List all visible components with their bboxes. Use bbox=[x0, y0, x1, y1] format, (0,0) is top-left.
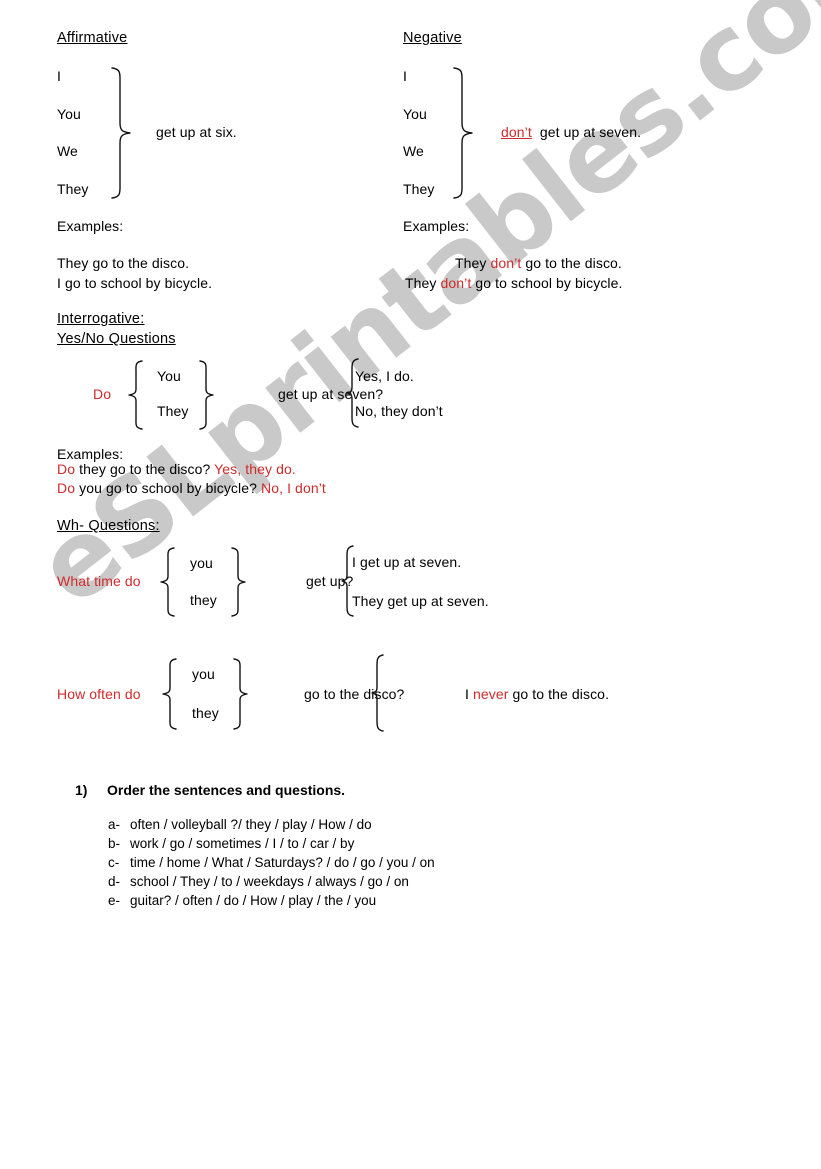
wh-block-0-answer-0: I get up at seven. bbox=[352, 554, 462, 570]
wh-block-1-question-word: How often do bbox=[57, 686, 141, 702]
exercise-item-0-tag: a- bbox=[108, 817, 121, 832]
exercise-item-2-text: time / home / What / Saturdays? / do / g… bbox=[130, 855, 435, 870]
interrogative-aux: Do bbox=[93, 386, 112, 402]
interrogative-predicate: get up at seven? bbox=[278, 386, 384, 402]
wh-block-0-answer-1: They get up at seven. bbox=[352, 593, 489, 609]
exercise-item-4-tag: e- bbox=[108, 893, 121, 908]
affirmative-predicate: get up at six. bbox=[156, 124, 237, 140]
negative-example-0-post: go to the disco. bbox=[521, 255, 622, 271]
content-layer: Affirmative I You We They get up at six.… bbox=[0, 0, 821, 1169]
wh-questions-heading: Wh- Questions: bbox=[57, 518, 160, 534]
interrogative-right-brace-icon bbox=[196, 360, 218, 430]
wh-block-1-answer-post: go to the disco. bbox=[508, 686, 610, 702]
exercise-item-3-tag: d- bbox=[108, 874, 121, 889]
affirmative-example-0: They go to the disco. bbox=[57, 255, 190, 271]
wh-block-0-right-brace-icon bbox=[228, 547, 250, 617]
negative-example-1-aux: don’t bbox=[440, 275, 472, 291]
interrogative-example-0-aux: Do bbox=[57, 461, 76, 477]
negative-predicate-spacer bbox=[532, 124, 540, 140]
exercise-item-0: a-often / volleyball ?/ they / play / Ho… bbox=[108, 817, 372, 832]
exercise-item-4: e-guitar? / often / do / How / play / th… bbox=[108, 893, 376, 908]
worksheet-page: eSLprintables.com Affirmative I You We T… bbox=[0, 0, 821, 1169]
affirmative-examples-label: Examples: bbox=[57, 218, 124, 234]
interrogative-subject-1: They bbox=[157, 403, 189, 419]
exercise-item-0-text: often / volleyball ?/ they / play / How … bbox=[130, 817, 372, 832]
exercise-item-3: d-school / They / to / weekdays / always… bbox=[108, 874, 409, 889]
exercise-item-1-text: work / go / sometimes / I / to / car / b… bbox=[130, 836, 355, 851]
negative-example-0: They don’t go to the disco. bbox=[455, 255, 622, 271]
affirmative-subject-2: We bbox=[57, 143, 78, 159]
affirmative-heading: Affirmative bbox=[57, 30, 128, 46]
affirmative-subject-0: I bbox=[57, 68, 61, 84]
interrogative-examples-label: Examples: bbox=[57, 446, 124, 462]
wh-block-0-subject-0: you bbox=[190, 555, 213, 571]
wh-block-1-answer-pre: I bbox=[465, 686, 473, 702]
negative-subject-1: You bbox=[403, 106, 427, 122]
exercise-item-1-tag: b- bbox=[108, 836, 121, 851]
negative-example-0-aux: don’t bbox=[490, 255, 522, 271]
wh-block-1-answer-highlight: never bbox=[472, 686, 509, 702]
affirmative-subject-3: They bbox=[57, 181, 89, 197]
negative-subject-2: We bbox=[403, 143, 424, 159]
wh-block-1-left-brace-icon bbox=[160, 658, 182, 730]
exercise-item-3-text: school / They / to / weekdays / always /… bbox=[130, 874, 409, 889]
negative-subject-0: I bbox=[403, 68, 407, 84]
exercise-item-2: c-time / home / What / Saturdays? / do /… bbox=[108, 855, 435, 870]
negative-example-1: They don’t go to school by bicycle. bbox=[405, 275, 623, 291]
exercise-title: Order the sentences and questions. bbox=[107, 782, 346, 798]
interrogative-example-1: Do you go to school by bicycle? No, I do… bbox=[57, 480, 326, 496]
negative-examples-label: Examples: bbox=[403, 218, 470, 234]
interrogative-heading: Interrogative: bbox=[57, 311, 145, 327]
wh-block-0-question-word: What time do bbox=[57, 573, 141, 589]
negative-predicate: get up at seven. bbox=[539, 124, 642, 140]
interrogative-example-1-answer: No, I don’t bbox=[261, 480, 326, 496]
wh-block-1-predicate: go to the disco? bbox=[304, 686, 405, 702]
wh-block-0-subject-1: they bbox=[190, 592, 217, 608]
exercise-item-1: b-work / go / sometimes / I / to / car /… bbox=[108, 836, 354, 851]
negative-subject-3: They bbox=[403, 181, 435, 197]
interrogative-example-0: Do they go to the disco? Yes, they do. bbox=[57, 461, 296, 477]
interrogative-answer-0: Yes, I do. bbox=[355, 368, 414, 384]
interrogative-example-1-aux: Do bbox=[57, 480, 76, 496]
negative-example-0-pre: They bbox=[455, 255, 491, 271]
exercise-item-2-tag: c- bbox=[108, 855, 120, 870]
wh-block-1-answer-brace-icon bbox=[370, 654, 388, 732]
wh-block-1-right-brace-icon bbox=[230, 658, 252, 730]
negative-example-1-pre: They bbox=[405, 275, 441, 291]
wh-block-1-subject-0: you bbox=[192, 666, 215, 682]
interrogative-subheading: Yes/No Questions bbox=[57, 331, 176, 347]
interrogative-example-1-question: you go to school by bicycle? bbox=[75, 480, 261, 496]
affirmative-brace-icon bbox=[108, 66, 136, 200]
exercise-number: 1) bbox=[75, 782, 88, 798]
negative-aux: don’t bbox=[501, 124, 532, 140]
negative-example-1-post: go to school by bicycle. bbox=[471, 275, 623, 291]
wh-block-1-answer: I never go to the disco. bbox=[465, 686, 609, 702]
exercise-item-4-text: guitar? / often / do / How / play / the … bbox=[130, 893, 377, 908]
affirmative-subject-1: You bbox=[57, 106, 81, 122]
negative-heading: Negative bbox=[403, 30, 462, 46]
interrogative-left-brace-icon bbox=[126, 360, 148, 430]
interrogative-example-0-question: they go to the disco? bbox=[75, 461, 215, 477]
interrogative-subject-0: You bbox=[157, 368, 181, 384]
wh-block-0-left-brace-icon bbox=[158, 547, 180, 617]
negative-brace-icon bbox=[450, 66, 478, 200]
affirmative-example-1: I go to school by bicycle. bbox=[57, 275, 213, 291]
interrogative-example-0-answer: Yes, they do. bbox=[214, 461, 296, 477]
wh-block-1-subject-1: they bbox=[192, 705, 219, 721]
interrogative-answer-1: No, they don’t bbox=[355, 403, 443, 419]
